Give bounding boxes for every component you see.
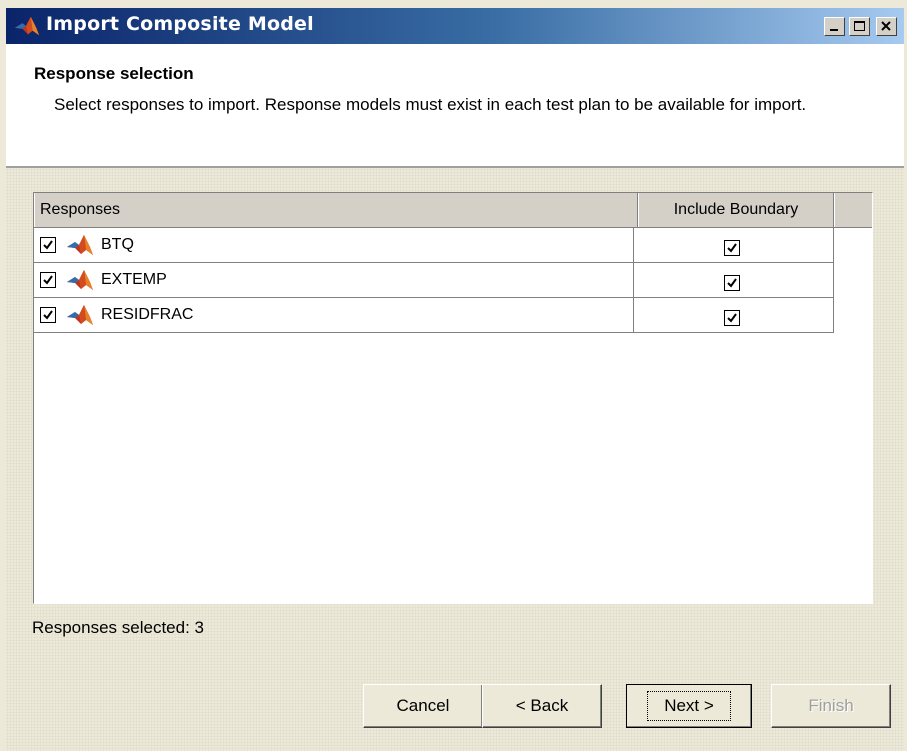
checkmark-icon: [727, 243, 737, 253]
step-description: Select responses to import. Response mod…: [54, 95, 807, 114]
minimize-button[interactable]: [824, 17, 845, 36]
maximize-button[interactable]: [849, 17, 870, 36]
import-composite-model-dialog: Import Composite Model Response selectio…: [0, 0, 907, 751]
matlab-membrane-icon: [66, 233, 94, 257]
table-header: Responses Include Boundary: [34, 193, 872, 228]
response-name: EXTEMP: [101, 271, 167, 288]
response-cell: EXTEMP: [34, 263, 634, 297]
maximize-icon: [854, 21, 865, 31]
checkmark-icon: [43, 240, 53, 250]
response-cell: RESIDFRAC: [34, 298, 634, 332]
include-boundary-checkbox[interactable]: [724, 275, 740, 291]
response-name: RESIDFRAC: [101, 306, 194, 323]
back-button[interactable]: < Back: [482, 684, 602, 728]
table-row[interactable]: EXTEMP: [34, 263, 834, 298]
next-button-label: Next >: [647, 691, 731, 721]
wizard-body: Responses Include Boundary BTQ EXTEMP RE…: [6, 168, 904, 751]
title-bar[interactable]: Import Composite Model: [6, 8, 904, 44]
next-button[interactable]: Next >: [626, 684, 752, 728]
response-checkbox[interactable]: [40, 237, 56, 253]
finish-button[interactable]: Finish: [771, 684, 891, 728]
checkmark-icon: [727, 278, 737, 288]
matlab-membrane-icon: [66, 303, 94, 327]
table-row[interactable]: BTQ: [34, 228, 834, 263]
close-button[interactable]: [876, 17, 897, 36]
close-icon: [881, 21, 891, 31]
column-header-responses[interactable]: Responses: [34, 193, 638, 227]
include-boundary-cell: [633, 263, 834, 297]
response-name: BTQ: [101, 236, 134, 253]
response-cell: BTQ: [34, 228, 634, 262]
selection-status: Responses selected: 3: [32, 618, 204, 637]
step-title: Response selection: [34, 64, 194, 83]
matlab-membrane-icon: [66, 268, 94, 292]
checkmark-icon: [43, 310, 53, 320]
checkmark-icon: [43, 275, 53, 285]
responses-table[interactable]: Responses Include Boundary BTQ EXTEMP RE…: [33, 192, 873, 604]
minimize-icon: [830, 29, 838, 31]
checkmark-icon: [727, 313, 737, 323]
column-header-filler: [834, 193, 872, 227]
table-row[interactable]: RESIDFRAC: [34, 298, 834, 333]
include-boundary-checkbox[interactable]: [724, 240, 740, 256]
matlab-icon: [14, 14, 40, 38]
include-boundary-cell: [633, 228, 834, 262]
response-checkbox[interactable]: [40, 307, 56, 323]
column-header-include-boundary[interactable]: Include Boundary: [638, 193, 834, 227]
wizard-header: Response selection Select responses to i…: [6, 44, 904, 168]
response-checkbox[interactable]: [40, 272, 56, 288]
include-boundary-checkbox[interactable]: [724, 310, 740, 326]
window-title: Import Composite Model: [46, 13, 314, 35]
cancel-button[interactable]: Cancel: [363, 684, 483, 728]
include-boundary-cell: [633, 298, 834, 332]
